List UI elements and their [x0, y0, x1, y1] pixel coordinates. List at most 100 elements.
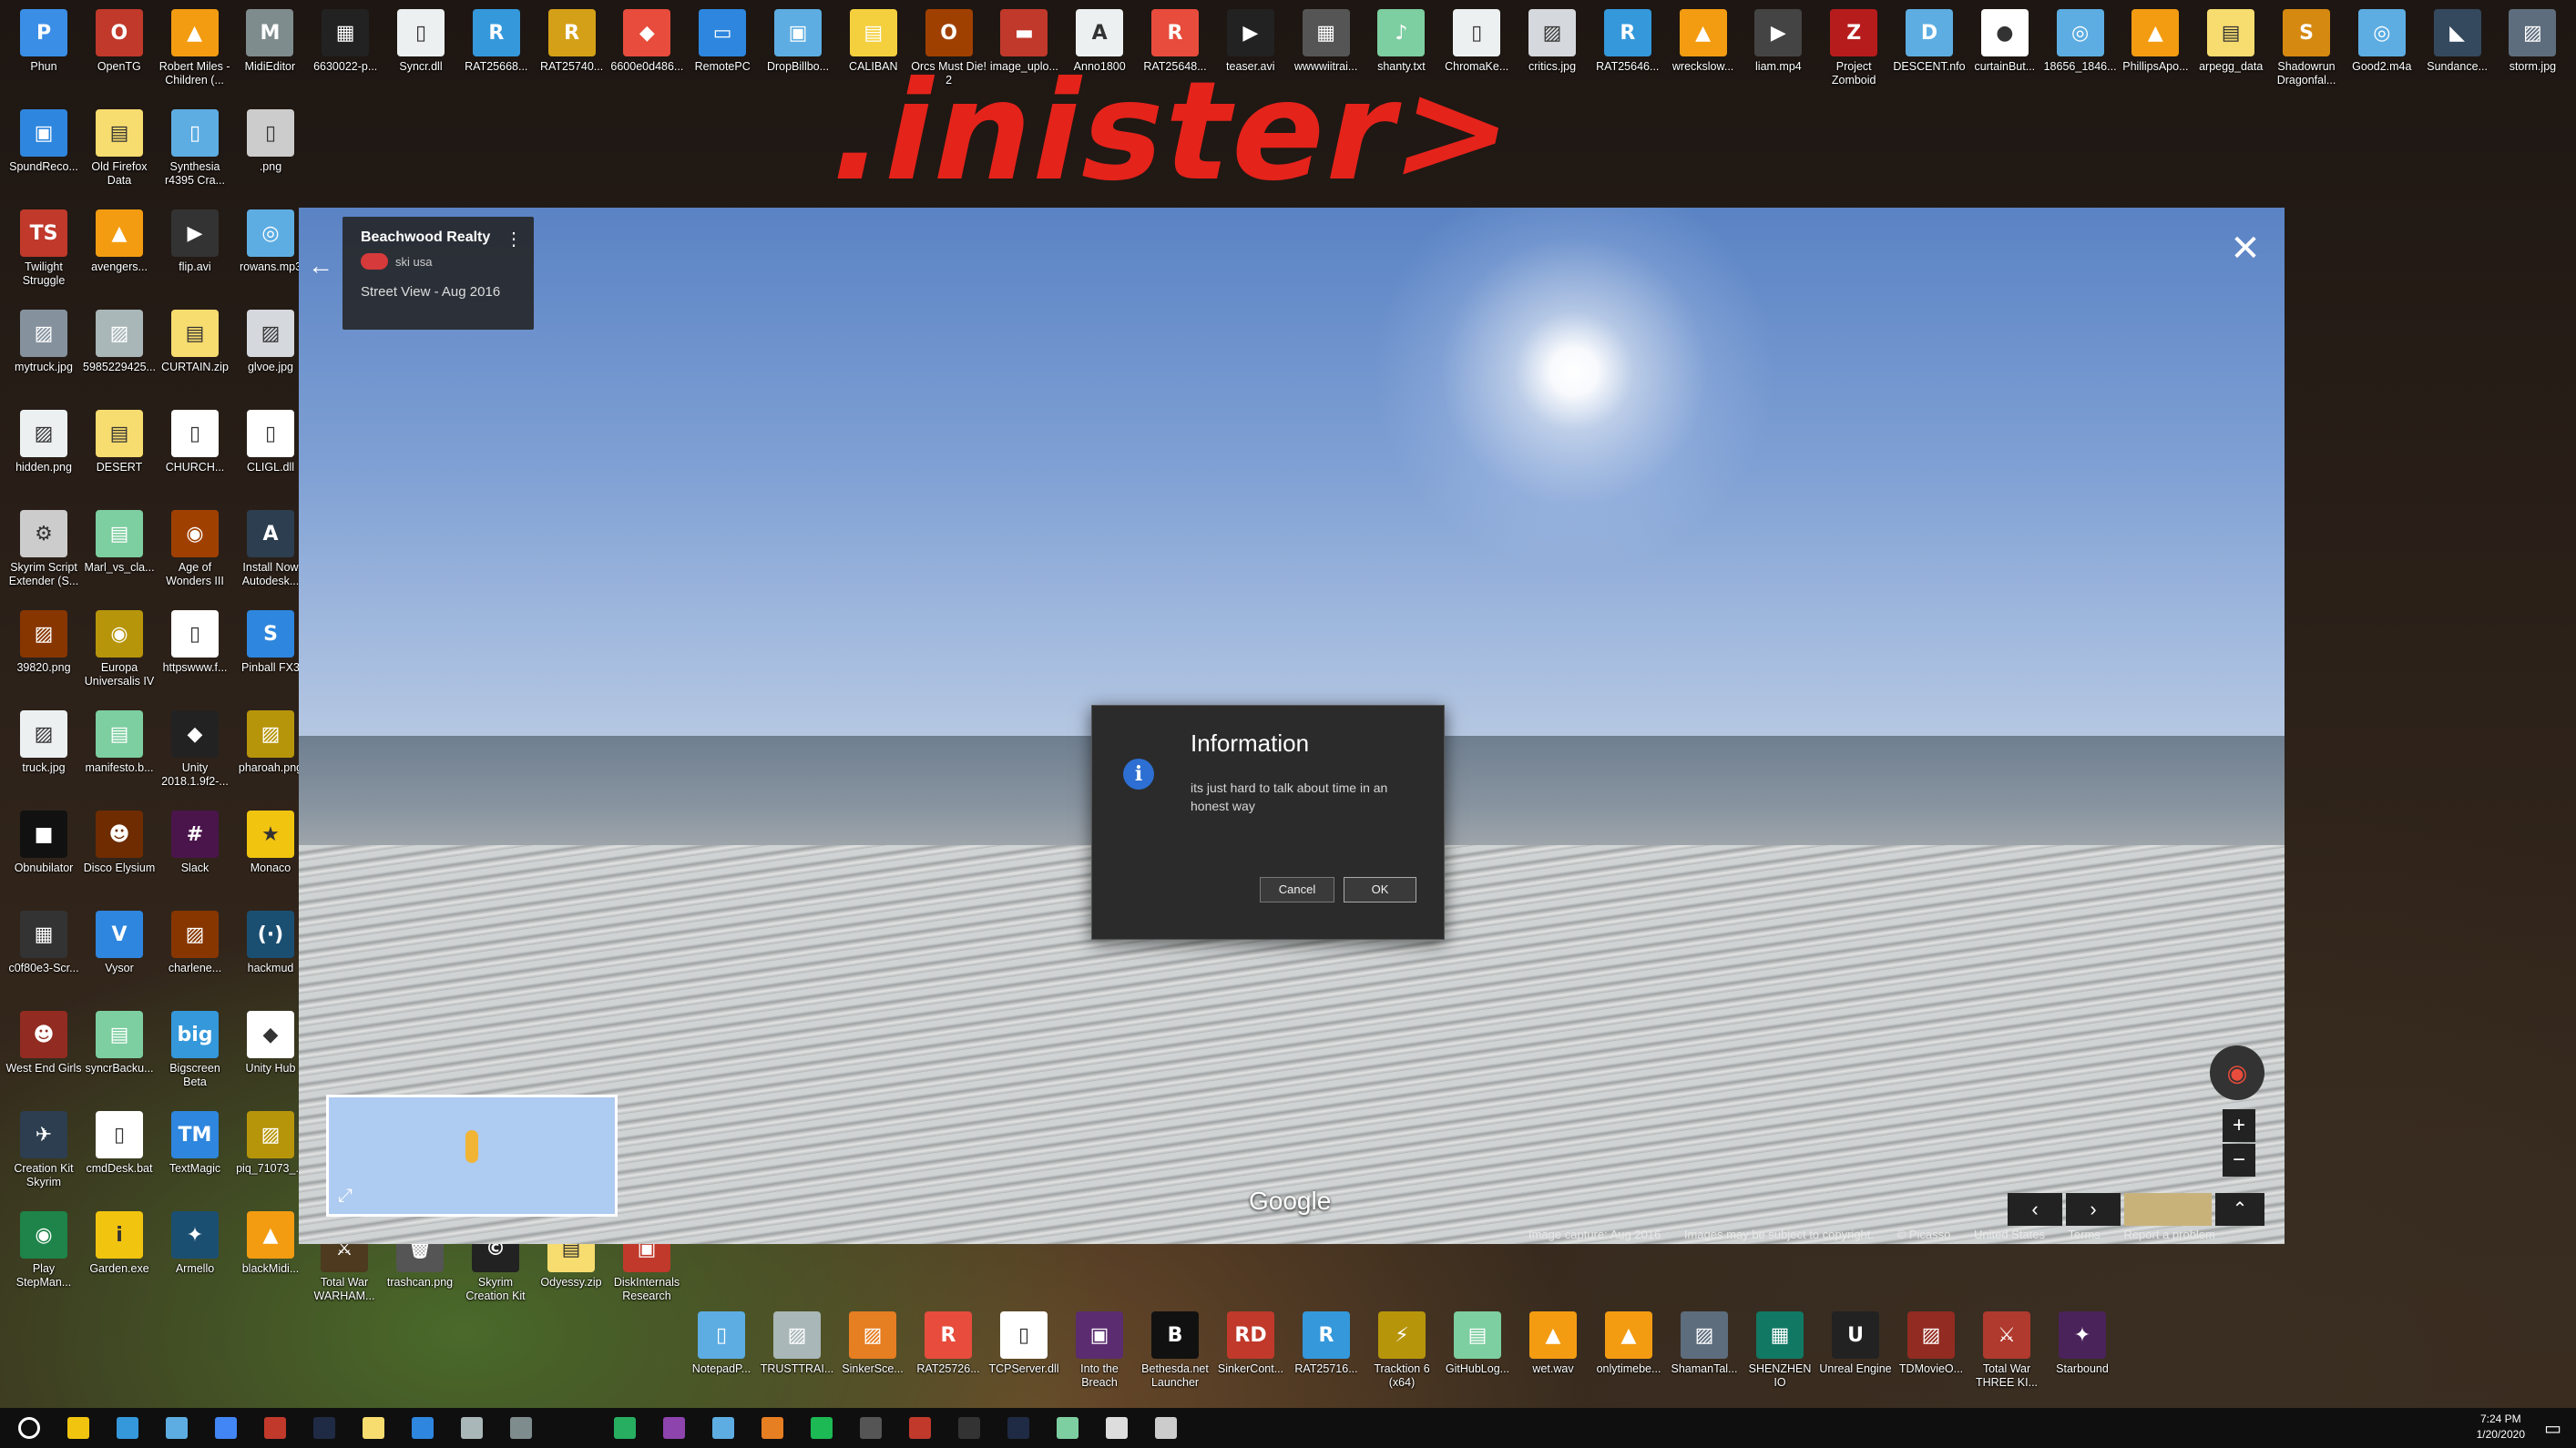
- obs-icon[interactable]: [860, 1417, 882, 1439]
- desktop-icon[interactable]: ◆ 6600e0d486...: [608, 9, 685, 74]
- desktop-icon[interactable]: ▲ wreckslow...: [1665, 9, 1742, 74]
- file-explorer-icon[interactable]: [67, 1417, 89, 1439]
- spotify-icon[interactable]: [811, 1417, 833, 1439]
- desktop-icon[interactable]: ▨ truck.jpg: [5, 710, 82, 775]
- desktop-icon[interactable]: ▶ liam.mp4: [1740, 9, 1816, 74]
- chevron-up-icon[interactable]: ⌃: [2215, 1193, 2264, 1226]
- desktop-icon[interactable]: i Garden.exe: [81, 1211, 158, 1276]
- desktop-icon[interactable]: U Unreal Engine: [1817, 1311, 1894, 1376]
- desktop-icon[interactable]: ⚡ Tracktion 6 (x64): [1364, 1311, 1440, 1390]
- desktop-icon[interactable]: ▯ TCPServer.dll: [986, 1311, 1062, 1376]
- desktop-icon[interactable]: ▭ RemotePC: [684, 9, 761, 74]
- desktop-icon[interactable]: ▣ DropBillbo...: [760, 9, 836, 74]
- desktop-icon[interactable]: V Vysor: [81, 911, 158, 975]
- desktop-icon[interactable]: ◎ rowans.mp3: [232, 209, 309, 274]
- desktop-icon[interactable]: ▶ teaser.avi: [1212, 9, 1289, 74]
- compass-icon[interactable]: ◉: [2210, 1045, 2264, 1100]
- desktop-icon[interactable]: ✈ Creation Kit Skyrim: [5, 1111, 82, 1189]
- desktop-icon[interactable]: ▨ TDMovieO...: [1893, 1311, 1969, 1376]
- desktop-icon[interactable]: ▨ ShamanTal...: [1666, 1311, 1743, 1376]
- desktop-icon[interactable]: ▨ charlene...: [157, 911, 233, 975]
- desktop-icon[interactable]: ▯ cmdDesk.bat: [81, 1111, 158, 1176]
- desktop-icon[interactable]: ▨ critics.jpg: [1514, 9, 1590, 74]
- desktop-icon[interactable]: ★ Monaco: [232, 811, 309, 875]
- desktop-icon[interactable]: ▦ 6630022-p...: [307, 9, 383, 74]
- desktop-icon[interactable]: ■ Obnubilator: [5, 811, 82, 875]
- desktop-icon[interactable]: S Pinball FX3: [232, 610, 309, 675]
- steam-icon[interactable]: [1007, 1417, 1029, 1439]
- desktop-icon[interactable]: ☻ Disco Elysium: [81, 811, 158, 875]
- ok-button[interactable]: OK: [1344, 877, 1416, 902]
- desktop-icon[interactable]: ▯ ChromaKe...: [1438, 9, 1515, 74]
- desktop-icon[interactable]: ▨ 5985229425...: [81, 310, 158, 374]
- desktop-icon[interactable]: ▤ manifesto.b...: [81, 710, 158, 775]
- desktop-icon[interactable]: ▯ httpswww.f...: [157, 610, 233, 675]
- desktop-icon[interactable]: ✦ Starbound: [2044, 1311, 2121, 1376]
- footer-report[interactable]: Report a problem: [2123, 1228, 2214, 1241]
- app-icon[interactable]: [909, 1417, 931, 1439]
- desktop-icon[interactable]: R RAT25668...: [458, 9, 535, 74]
- desktop-icon[interactable]: ◎ 18656_1846...: [2042, 9, 2119, 74]
- prev-image-icon[interactable]: ‹: [2008, 1193, 2062, 1226]
- desktop-icon[interactable]: ▤ Marl_vs_cla...: [81, 510, 158, 575]
- desktop-icon[interactable]: ▤ CALIBAN: [835, 9, 912, 74]
- place-card[interactable]: Beachwood Realty ski usa Street View - A…: [342, 217, 534, 330]
- desktop-icon[interactable]: ◆ Unity Hub: [232, 1011, 309, 1076]
- desktop-icon[interactable]: # Slack: [157, 811, 233, 875]
- steam-icon[interactable]: [313, 1417, 335, 1439]
- desktop-icon[interactable]: ▤ DESERT: [81, 410, 158, 474]
- desktop-icon[interactable]: ▤ CURTAIN.zip: [157, 310, 233, 374]
- desktop-icon[interactable]: ▨ SinkerSce...: [834, 1311, 911, 1376]
- desktop-icon[interactable]: ✦ Armello: [157, 1211, 233, 1276]
- desktop-icon[interactable]: RD SinkerCont...: [1212, 1311, 1289, 1376]
- desktop-icon[interactable]: ◎ Good2.m4a: [2344, 9, 2420, 74]
- notification-icon[interactable]: ▭: [2544, 1417, 2561, 1440]
- desktop-icon[interactable]: ▶ flip.avi: [157, 209, 233, 274]
- desktop-icon[interactable]: S Shadowrun Dragonfal...: [2268, 9, 2345, 87]
- notepad-icon[interactable]: [1057, 1417, 1078, 1439]
- desktop-icon[interactable]: M MidiEditor: [231, 9, 308, 74]
- desktop-icon[interactable]: ● curtainBut...: [1967, 9, 2043, 74]
- minecraft-icon[interactable]: [614, 1417, 636, 1439]
- browser-icon[interactable]: [712, 1417, 734, 1439]
- desktop-icon[interactable]: P Phun: [5, 9, 82, 74]
- thumbnail-strip[interactable]: [2124, 1193, 2212, 1226]
- store-icon[interactable]: [117, 1417, 138, 1439]
- desktop-icon[interactable]: ▨ storm.jpg: [2494, 9, 2571, 74]
- desktop-icon[interactable]: ▨ pharoah.png: [232, 710, 309, 775]
- desktop-icon[interactable]: ▨ hidden.png: [5, 410, 82, 474]
- desktop-icon[interactable]: ▤ Old Firefox Data: [81, 109, 158, 188]
- folder-icon[interactable]: [363, 1417, 384, 1439]
- desktop-icon[interactable]: Z Project Zomboid: [1815, 9, 1892, 87]
- desktop-icon[interactable]: R RAT25648...: [1137, 9, 1213, 74]
- desktop-icon[interactable]: ▤ arpegg_data: [2193, 9, 2269, 74]
- desktop-icon[interactable]: big Bigscreen Beta: [157, 1011, 233, 1089]
- desktop-icon[interactable]: R RAT25646...: [1590, 9, 1666, 74]
- cancel-button[interactable]: Cancel: [1260, 877, 1334, 902]
- desktop-icon[interactable]: ▲ blackMidi...: [232, 1211, 309, 1276]
- desktop-icon[interactable]: ▲ avengers...: [81, 209, 158, 274]
- desktop-icon[interactable]: ▤ syncrBacku...: [81, 1011, 158, 1076]
- desktop-icon[interactable]: (·) hackmud: [232, 911, 309, 975]
- desktop-icon[interactable]: A Anno1800: [1061, 9, 1138, 74]
- back-arrow-icon[interactable]: ←: [302, 251, 339, 280]
- desktop-icon[interactable]: ▯ NotepadP...: [683, 1311, 760, 1376]
- cortana-icon[interactable]: [18, 1417, 40, 1439]
- desktop-icon[interactable]: ▲ Robert Miles - Children (...: [157, 9, 233, 87]
- game-icon[interactable]: [264, 1417, 286, 1439]
- chrome-icon[interactable]: [215, 1417, 237, 1439]
- app-icon[interactable]: [510, 1417, 532, 1439]
- desktop-icon[interactable]: ⚔ Total War THREE KI...: [1968, 1311, 2045, 1390]
- desktop-icon[interactable]: R RAT25716...: [1288, 1311, 1365, 1376]
- mail-icon[interactable]: [166, 1417, 188, 1439]
- desktop-icon[interactable]: ◉ Play StepMan...: [5, 1211, 82, 1290]
- place-name[interactable]: Beachwood Realty: [361, 229, 516, 246]
- visual-studio-icon[interactable]: [663, 1417, 685, 1439]
- expand-icon[interactable]: ⤢: [338, 1186, 353, 1207]
- desktop-icon[interactable]: ☻ West End Girls: [5, 1011, 82, 1076]
- desktop-icon[interactable]: ▯ CLIGL.dll: [232, 410, 309, 474]
- capture-date[interactable]: Street View - Aug 2016: [361, 284, 516, 300]
- desktop-icon[interactable]: ▲ onlytimebe...: [1590, 1311, 1667, 1376]
- desktop-icon[interactable]: ▣ SpundReco...: [5, 109, 82, 174]
- desktop-icon[interactable]: ◉ Age of Wonders III: [157, 510, 233, 588]
